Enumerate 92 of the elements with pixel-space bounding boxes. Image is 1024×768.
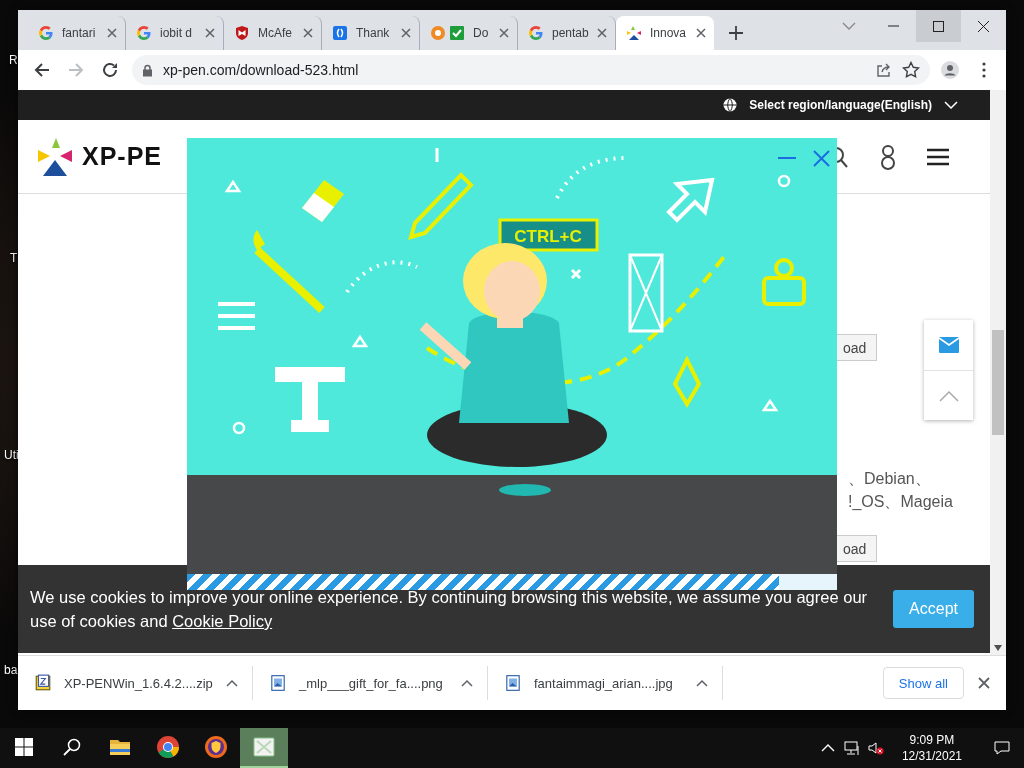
minimize-icon [888,25,899,27]
mail-icon [938,337,959,353]
avatar-icon [941,61,959,79]
desktop-icon-label[interactable]: R [9,53,18,67]
triangles-logo-icon [626,25,642,41]
plus-icon[interactable] [728,25,744,41]
windows-logo-icon [15,738,33,756]
globe-icon [723,98,738,112]
mail-button[interactable] [924,320,973,370]
text-tool-icon [275,367,345,432]
checkbox-icon [449,25,465,41]
back-arrow-icon [33,61,51,79]
cross-mark [570,268,582,280]
maximize-button[interactable] [916,10,961,42]
triangle-outline [224,179,242,193]
download-item[interactable]: fantaimmagi_arian....jpg [488,666,723,700]
close-icon [978,20,989,32]
desktop-icon-label[interactable]: T [10,251,18,265]
caret-icon[interactable] [226,679,238,687]
browser-tab[interactable]: fantari [28,16,126,50]
close-tab-icon[interactable] [696,28,706,38]
google-logo-icon [136,25,152,41]
time-text: 9:09 PM [909,732,955,748]
desktop-icon-label[interactable]: ba [4,663,18,677]
close-tab-icon[interactable] [401,28,411,38]
image-file-icon [504,674,522,692]
download-item[interactable]: XP-PENWin_1.6.4.2....zip [18,666,253,700]
scroll-down-arrow-icon[interactable] [994,645,1002,651]
reload-icon [101,61,119,79]
share-icon[interactable] [876,62,892,78]
chrome-logo-icon [156,735,180,759]
browser-tab[interactable]: iobit d [126,16,224,50]
download-item[interactable]: _mlp___gift_for_fa....png [253,666,488,700]
app-window-icon [252,735,276,759]
shield-logo-icon [234,25,250,41]
search-icon [63,738,81,756]
ring-outline [777,174,791,188]
network-icon[interactable] [843,740,860,756]
brand-logo-text[interactable]: XP-PE [82,142,163,171]
caret-icon[interactable] [696,679,708,687]
lock-icon [142,63,153,77]
close-tab-icon[interactable] [303,28,313,38]
image-file-icon [269,674,287,692]
cookie-policy-link[interactable]: Cookie Policy [172,612,273,630]
caret-icon[interactable] [461,679,473,687]
chevron-down-icon[interactable] [944,101,958,109]
close-tab-icon[interactable] [107,28,117,38]
close-icon [978,677,990,689]
forward-arrow-icon [67,61,85,79]
clock[interactable]: 9:09 PM 12/31/2021 [891,732,972,764]
desktop-icon-label[interactable]: Uti [4,448,19,462]
browser-tab[interactable]: McAfe [224,16,322,50]
archive-file-icon [34,674,52,692]
bookmark-star-icon[interactable] [902,61,920,79]
speech-bubble-text: CTRL+C [514,227,582,246]
triangle-outline [351,334,369,348]
browser-tab[interactable]: Thank [322,16,420,50]
browser-tab[interactable]: Innova [616,16,714,50]
address-bar[interactable]: xp-pen.com/download-523.html [132,55,930,85]
close-icon [812,149,830,167]
pen-nib-drawing [672,355,702,408]
minimize-icon [778,156,796,160]
notification-icon[interactable] [994,740,1010,756]
brackets-logo-icon [332,25,348,41]
close-tab-icon[interactable] [499,28,509,38]
os-list-text: 、Debian、 [848,469,932,489]
ring-outline [232,421,246,435]
url-text: xp-pen.com/download-523.html [163,62,360,78]
shield-browser-icon [204,735,228,759]
date-text: 12/31/2021 [901,748,962,764]
google-logo-icon [38,25,54,41]
region-selector[interactable]: Select region/language(English) [749,98,932,112]
stamp-drawing [762,258,806,306]
arrow-cursor-drawing [666,177,715,223]
maximize-icon [933,20,944,32]
close-tab-icon[interactable] [205,28,215,38]
os-list-text: !_OS、Mageia [848,492,953,512]
dash-mark [435,148,439,162]
triangle-outline [761,398,779,412]
close-tab-icon[interactable] [597,28,607,38]
eraser-drawing [302,180,344,222]
muted-speaker-icon[interactable] [867,740,884,756]
chevron-up-icon [938,389,959,402]
browser-tab[interactable]: Do [420,16,518,50]
chevron-down-icon [841,22,856,30]
more-dots-icon [982,62,986,78]
scrollbar-thumb[interactable] [992,330,1004,435]
ring-logo-icon [430,25,446,41]
hamburger-lines-drawing [218,302,255,330]
show-all-button[interactable]: Show all [882,667,964,699]
pencil-drawing [408,172,474,240]
google-logo-icon [528,25,544,41]
